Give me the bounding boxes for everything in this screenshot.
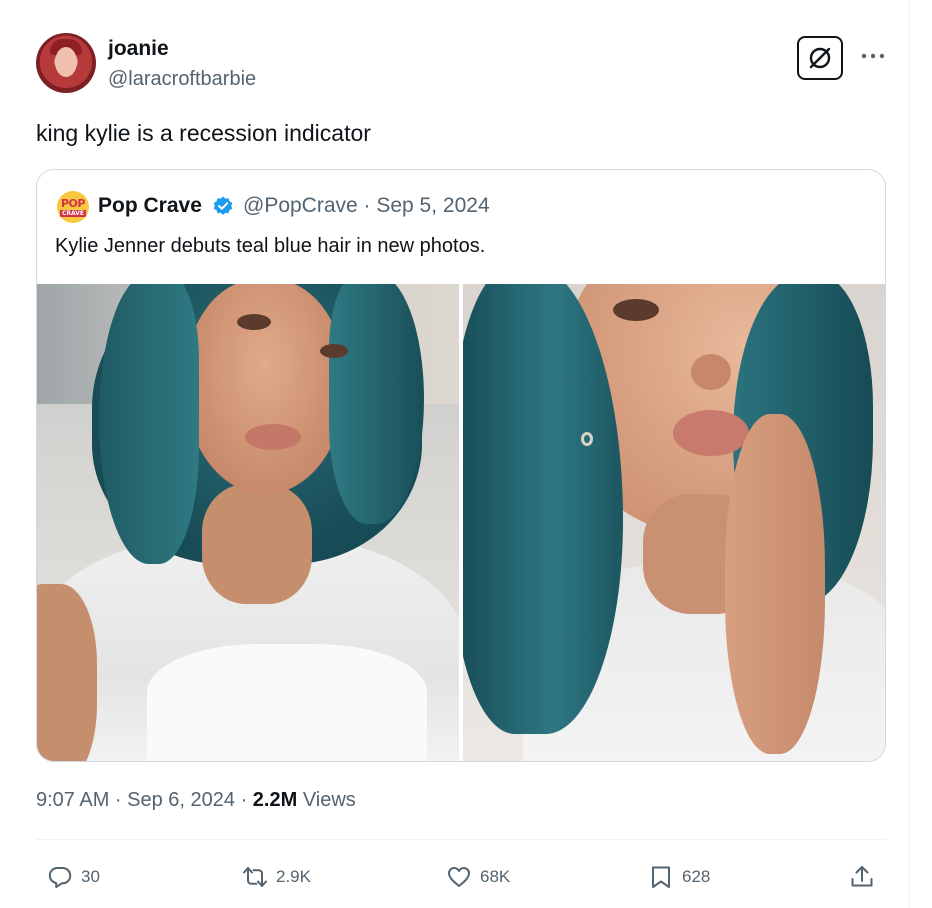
bookmark-count: 628 [682, 867, 711, 886]
share-icon [851, 866, 873, 887]
photo-lips [245, 424, 301, 450]
photo-eye [613, 299, 659, 321]
tweet-text: king kylie is a recession indicator [36, 120, 371, 146]
grok-button[interactable] [797, 36, 843, 80]
quoted-tweet-meta: @PopCrave · Sep 5, 2024 [243, 194, 490, 217]
column-divider [909, 0, 910, 908]
quoted-tweet-text: Kylie Jenner debuts teal blue hair in ne… [55, 235, 486, 257]
photo-neck [202, 484, 312, 604]
photo-earring [581, 432, 593, 446]
bookmark-button[interactable]: 628 [648, 862, 710, 892]
like-count: 68K [480, 867, 511, 886]
more-options-button[interactable] [858, 44, 888, 68]
bookmark-icon [652, 866, 670, 888]
quoted-photo-2[interactable] [463, 284, 885, 761]
quoted-tweet-card[interactable]: POP CRAVE Pop Crave @PopCrave · Sep 5, 2… [36, 169, 886, 762]
quoted-photo-1[interactable] [37, 284, 459, 761]
views-count: 2.2M [252, 789, 298, 811]
views-label: Views [297, 789, 356, 811]
author-avatar[interactable] [36, 33, 96, 93]
reply-count: 30 [81, 867, 100, 886]
repost-icon [243, 867, 267, 887]
heart-icon [448, 867, 470, 887]
photo-hair-left [463, 284, 623, 734]
quoted-author-avatar[interactable]: POP CRAVE [57, 191, 89, 223]
avatar-logo-text-bottom: CRAVE [59, 209, 86, 217]
more-icon [861, 53, 885, 59]
photo-hair-left [99, 284, 199, 564]
like-button[interactable]: 68K [446, 862, 510, 892]
tweet-timestamp[interactable]: 9:07 AM · Sep 6, 2024 · 2.2M Views [36, 787, 356, 813]
grok-icon [809, 47, 831, 69]
reply-button[interactable]: 30 [47, 862, 100, 892]
avatar-face [55, 47, 77, 77]
photo-eye-right [320, 344, 348, 358]
photo-nose [691, 354, 731, 390]
avatar-logo-text-top: POP [61, 196, 85, 210]
photo-sunlight [147, 644, 427, 761]
share-button[interactable] [849, 862, 875, 892]
author-handle[interactable]: @laracroftbarbie [108, 66, 256, 92]
photo-hair-right [329, 284, 424, 524]
photo-lips [673, 410, 749, 456]
photo-hand [725, 414, 825, 754]
action-bar-divider [36, 839, 886, 840]
repost-button[interactable]: 2.9K [242, 862, 311, 892]
photo-eye-left [237, 314, 271, 330]
verified-badge-icon [213, 196, 233, 215]
photo-arm [37, 584, 97, 761]
reply-icon [48, 867, 72, 888]
repost-count: 2.9K [276, 867, 311, 886]
author-display-name[interactable]: joanie [108, 36, 169, 62]
timestamp-text: 9:07 AM · Sep 6, 2024 · [36, 789, 253, 811]
quoted-author-name[interactable]: Pop Crave [98, 193, 202, 219]
